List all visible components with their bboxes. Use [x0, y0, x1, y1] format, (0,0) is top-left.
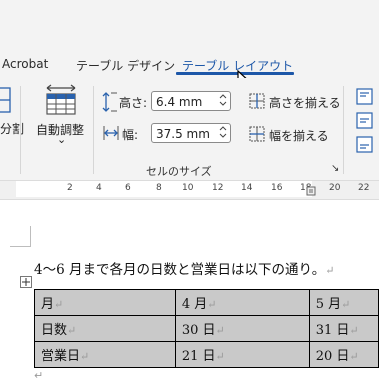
- distribute-rows-label[interactable]: 高さを揃える: [269, 94, 341, 111]
- ruler-tick-label: 8: [156, 183, 162, 193]
- table-cell[interactable]: 21 日↵: [174, 341, 310, 368]
- table-cell[interactable]: 営業日↵: [34, 341, 176, 368]
- table-cell[interactable]: 5 月↵: [308, 289, 379, 316]
- table-cell[interactable]: 4 月↵: [174, 289, 310, 316]
- ruler-tick-label: 16: [271, 183, 283, 193]
- ruler-marker-icon[interactable]: [306, 186, 316, 196]
- ruler-tick-label: 20: [329, 183, 341, 193]
- document-paragraph[interactable]: 4～6 月まで各月の日数と営業日は以下の通り。↵: [34, 258, 334, 278]
- table-cell[interactable]: 20 日↵: [308, 341, 379, 368]
- column-width-label: 幅:: [122, 128, 139, 142]
- table-row: 日数↵ 30 日↵ 31 日↵: [34, 315, 379, 342]
- table-row: 営業日↵ 21 日↵ 20 日↵: [34, 341, 379, 368]
- autofit-chevron-icon[interactable]: ⌄: [57, 133, 66, 146]
- table-cell[interactable]: 日数↵: [34, 315, 176, 342]
- tab-acrobat[interactable]: Acrobat: [2, 57, 48, 71]
- dialog-launcher-icon[interactable]: ↘: [331, 163, 339, 174]
- group-separator: [93, 86, 94, 174]
- autofit-icon[interactable]: [44, 84, 78, 116]
- margin-corner-mark: [10, 246, 31, 247]
- group-separator: [343, 86, 344, 174]
- distribute-rows-icon[interactable]: [248, 92, 266, 110]
- ruler-tick-label: 6: [125, 183, 131, 193]
- spinner-arrows-icon[interactable]: [218, 124, 228, 140]
- empty-paragraph-mark: ↵: [34, 369, 44, 382]
- ruler-tick-label: 2: [67, 183, 73, 193]
- table-cell[interactable]: 月↵: [34, 289, 176, 316]
- spinner-arrows-icon[interactable]: [218, 92, 228, 108]
- row-height-spinner[interactable]: 6.4 mm: [151, 91, 231, 113]
- tab-table-design[interactable]: テーブル デザイン: [76, 57, 175, 74]
- data-table[interactable]: 月↵ 4 月↵ 5 月↵ 日数↵ 30 日↵ 31 日↵ 営業日↵ 21 日↵ …: [34, 289, 379, 368]
- group-separator: [20, 86, 21, 174]
- ruler-tick-label: 10: [182, 183, 194, 193]
- split-cells-icon[interactable]: [0, 86, 12, 116]
- ruler-tick-label: 14: [241, 183, 253, 193]
- cell-size-group-title: セルのサイズ: [146, 165, 212, 178]
- table-move-handle-icon[interactable]: [20, 276, 32, 288]
- cell-alignment-icons[interactable]: [356, 88, 374, 154]
- paragraph-mark: ↵: [325, 264, 335, 277]
- distribute-columns-icon[interactable]: [248, 125, 266, 143]
- margin-corner-mark: [30, 226, 31, 246]
- row-height-icon: [102, 92, 117, 112]
- active-tab-indicator: [176, 72, 294, 75]
- table-cell[interactable]: 31 日↵: [308, 315, 379, 342]
- row-height-label: 高さ:: [119, 96, 148, 110]
- distribute-columns-label[interactable]: 幅を揃える: [269, 127, 329, 144]
- column-width-icon: [103, 126, 119, 140]
- ruler-tick-label: 22: [358, 183, 370, 193]
- column-width-spinner[interactable]: 37.5 mm: [151, 123, 231, 145]
- ruler-tick-label: 4: [96, 183, 102, 193]
- ruler-text-area: [16, 181, 312, 197]
- ruler-tick-label: 12: [212, 183, 224, 193]
- table-cell[interactable]: 30 日↵: [174, 315, 310, 342]
- paragraph-text[interactable]: 4～6 月まで各月の日数と営業日は以下の通り。: [34, 262, 325, 278]
- table-row: 月↵ 4 月↵ 5 月↵: [34, 289, 379, 316]
